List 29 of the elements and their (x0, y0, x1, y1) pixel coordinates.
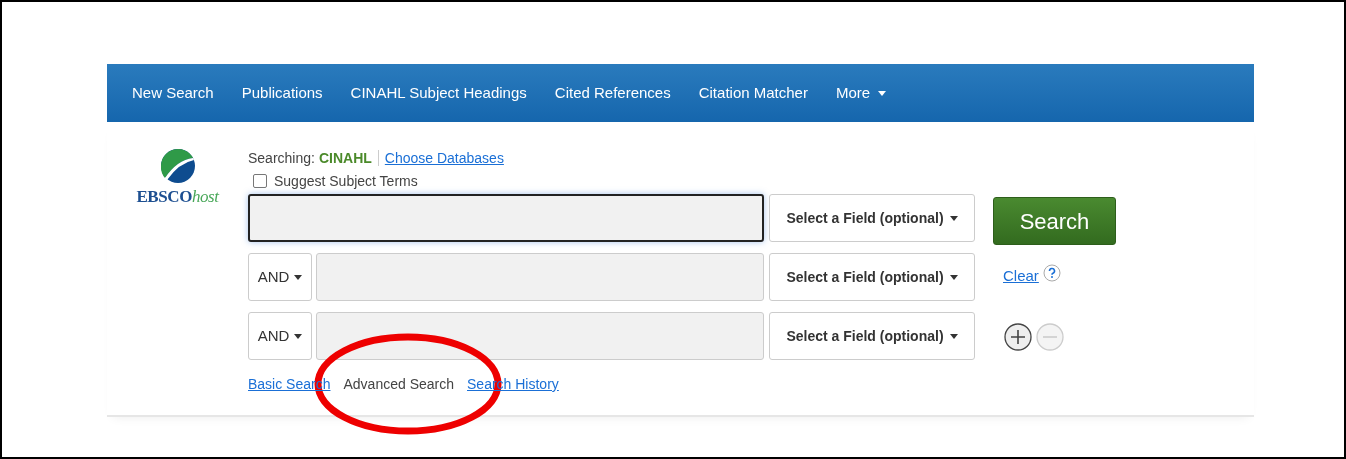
help-icon[interactable] (1042, 263, 1061, 282)
checkbox-label: Suggest Subject Terms (274, 171, 418, 191)
globe-icon (158, 148, 197, 184)
search-input-field[interactable] (248, 194, 764, 242)
nav-link[interactable]: Publications (241, 81, 323, 105)
nav-link[interactable]: New Search (132, 81, 214, 105)
current-mode-tab[interactable]: Advanced Search (343, 374, 454, 395)
nav-link[interactable]: Citation Matcher (698, 81, 808, 105)
searching-label: Searching: (248, 148, 315, 168)
caret-icon (294, 333, 303, 339)
checkbox[interactable] (253, 174, 267, 188)
caret-icon (294, 274, 303, 280)
caret-icon (949, 215, 958, 221)
nav-link[interactable]: Cited References (554, 81, 671, 105)
operator-dropdown[interactable]: AND (248, 312, 312, 360)
database-name: CINAHL (318, 148, 372, 168)
choose-databases-link[interactable]: Choose Databases (384, 147, 504, 169)
caret-icon (949, 333, 958, 339)
field-dropdown[interactable]: Select a Field (optional) (769, 253, 975, 301)
field-dropdown[interactable]: Select a Field (optional) (769, 194, 975, 242)
operator-dropdown[interactable]: AND (248, 253, 312, 301)
clear-link[interactable]: Clear (1003, 265, 1039, 288)
add-row-icon[interactable] (1003, 322, 1033, 352)
field-dropdown[interactable]: Select a Field (optional) (769, 312, 975, 360)
nav-link[interactable]: More (835, 81, 887, 105)
nav-link[interactable]: CINAHL Subject Headings (350, 81, 527, 105)
logo-text: EBSCOhost (136, 186, 219, 208)
caret-icon (949, 274, 958, 280)
search-button[interactable]: Search (993, 197, 1116, 245)
